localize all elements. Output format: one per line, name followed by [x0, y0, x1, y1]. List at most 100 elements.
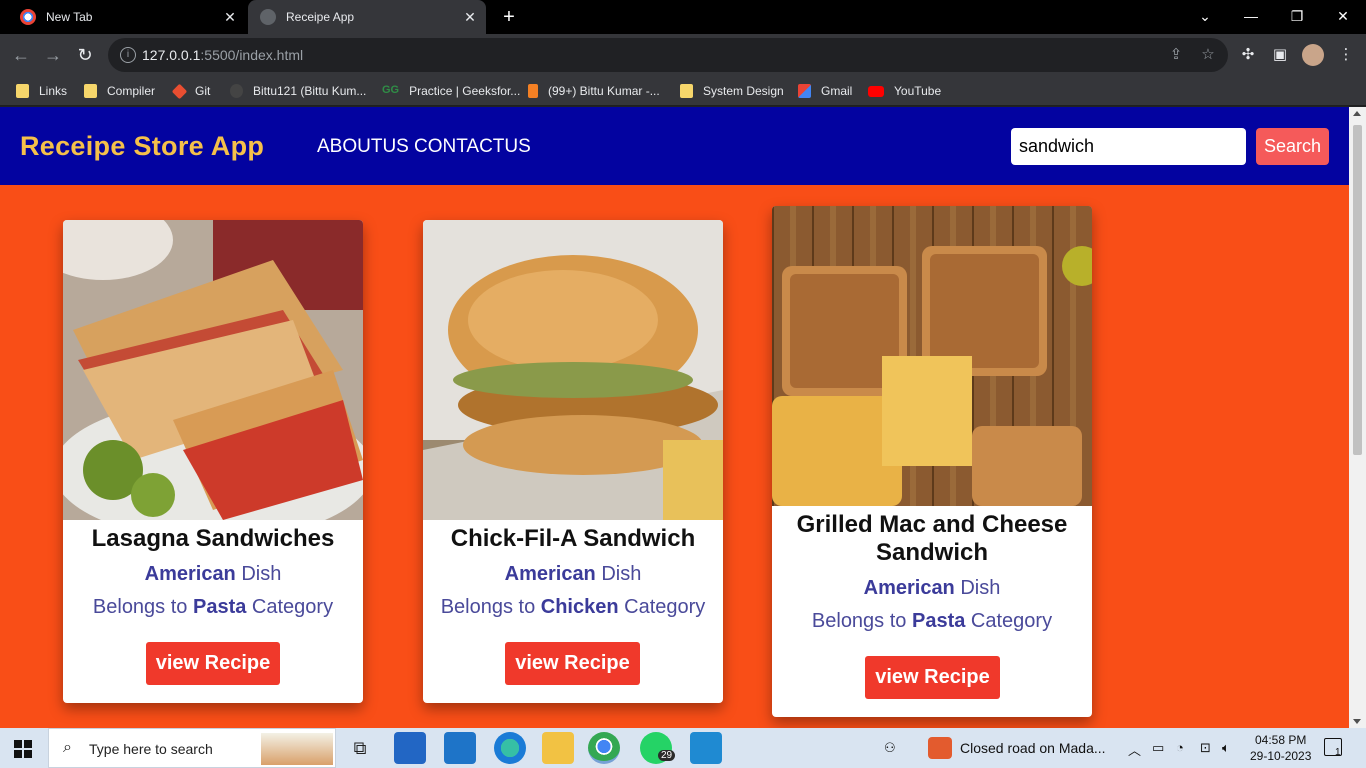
scroll-up-icon[interactable] — [1353, 111, 1361, 116]
recipe-category: Belongs to Pasta Category — [92, 596, 334, 618]
whatsapp-icon[interactable]: 29 — [640, 732, 676, 764]
taskbar-search[interactable]: ⌕ Type here to search — [48, 728, 336, 768]
share-icon[interactable]: ⇪ — [1166, 45, 1186, 65]
scroll-down-icon[interactable] — [1353, 719, 1361, 724]
volume-icon[interactable]: 🔈︎ — [1222, 740, 1230, 756]
whatsapp-badge: 29 — [658, 750, 676, 761]
extensions-icon[interactable]: ✣ — [1238, 45, 1258, 65]
recipe-category: Belongs to Pasta Category — [811, 610, 1053, 632]
app-navbar: Receipe Store App ABOUTUS CONTACTUS Sear… — [0, 107, 1349, 185]
bookmarks-bar: Links Compiler Git Bittu121 (Bittu Kum..… — [0, 76, 1366, 106]
back-icon[interactable]: ← — [10, 44, 32, 66]
display-icon[interactable]: ⊡ — [1200, 740, 1211, 756]
git-icon — [171, 83, 188, 99]
brand-title[interactable]: Receipe Store App — [20, 131, 264, 162]
chrome-icon — [20, 9, 36, 25]
bookmark-compiler[interactable]: Compiler — [84, 82, 155, 100]
geeksforgeeks-icon: GG — [382, 84, 400, 96]
recipe-card: Chick-Fil-A Sandwich American Dish Belon… — [423, 220, 723, 703]
tab-title: Receipe App — [286, 10, 355, 24]
tab-new-tab[interactable]: New Tab ✕ — [8, 0, 246, 34]
bookmark-gmail[interactable]: Gmail — [798, 82, 852, 100]
nav-contactus[interactable]: CONTACTUS — [414, 136, 531, 158]
notification-count: 1 — [1335, 747, 1341, 758]
vscode-icon[interactable] — [690, 732, 722, 764]
page-scrollbar[interactable] — [1349, 107, 1366, 728]
tab-strip: New Tab ✕ Receipe App ✕ + ⌄ — ❐ ✕ — [0, 0, 1366, 34]
task-view-icon[interactable]: ⧉ — [344, 732, 376, 764]
tab-search-icon[interactable]: ⌄ — [1194, 5, 1216, 27]
address-bar[interactable]: i 127.0.0.1:5500/index.html ⇪ ☆ — [108, 38, 1228, 72]
bookmark-stackoverflow[interactable]: (99+) Bittu Kumar -... — [528, 82, 660, 100]
recipe-title: Lasagna Sandwiches — [91, 525, 335, 552]
windows-start-icon[interactable] — [14, 740, 32, 758]
view-recipe-button[interactable]: view Recipe — [146, 642, 280, 685]
traffic-alert-icon[interactable] — [928, 737, 952, 759]
recipe-area: American Dish — [504, 563, 642, 585]
folder-icon — [16, 84, 29, 98]
search-input[interactable] — [1011, 128, 1246, 165]
close-tab-icon[interactable]: ✕ — [462, 9, 478, 25]
taskbar-search-placeholder: Type here to search — [89, 741, 213, 757]
windows-taskbar: ⌕ Type here to search ⧉ 29 ⚇ Closed road… — [0, 728, 1366, 768]
wifi-icon[interactable]: ◔ — [1176, 740, 1184, 755]
chrome-taskbar-icon[interactable] — [588, 732, 620, 764]
window-close-icon[interactable]: ✕ — [1332, 5, 1354, 27]
recipe-image — [772, 206, 1092, 506]
scrollbar-thumb[interactable] — [1353, 125, 1362, 455]
recipe-card: Grilled Mac and Cheese Sandwich American… — [772, 206, 1092, 717]
nav-aboutus[interactable]: ABOUTUS — [317, 136, 409, 158]
youtube-icon — [868, 85, 884, 97]
tab-title: New Tab — [46, 10, 93, 24]
view-recipe-button[interactable]: view Recipe — [865, 656, 1000, 699]
people-icon[interactable]: ⚇ — [884, 740, 896, 756]
tab-receipe-app[interactable]: Receipe App ✕ — [248, 0, 486, 34]
search-icon: ⌕ — [63, 739, 72, 756]
recipe-title: Grilled Mac and Cheese Sandwich — [796, 511, 1068, 566]
side-panel-icon[interactable]: ▣ — [1270, 45, 1290, 65]
gmail-icon — [798, 84, 811, 98]
recipe-area: American Dish — [863, 577, 1001, 599]
bookmark-system-design[interactable]: System Design — [680, 82, 784, 100]
recipe-card: Lasagna Sandwiches American Dish Belongs… — [63, 220, 363, 703]
site-info-icon[interactable]: i — [120, 47, 136, 63]
microsoft-store-icon[interactable] — [394, 732, 426, 764]
edge-icon[interactable] — [494, 732, 526, 764]
clock-time: 04:58 PM — [1255, 733, 1307, 747]
mail-icon[interactable] — [444, 732, 476, 764]
bookmark-github[interactable]: Bittu121 (Bittu Kum... — [230, 82, 366, 100]
clock[interactable]: 04:58 PM 29-10-2023 — [1250, 732, 1311, 764]
folder-icon — [84, 84, 97, 98]
bookmark-star-icon[interactable]: ☆ — [1198, 45, 1218, 65]
forward-icon[interactable]: → — [42, 44, 64, 66]
restore-icon[interactable]: ❐ — [1286, 5, 1308, 27]
profile-avatar[interactable] — [1302, 44, 1324, 66]
url-text[interactable]: 127.0.0.1:5500/index.html — [142, 47, 303, 63]
notification-news[interactable]: Closed road on Mada... — [960, 740, 1106, 756]
recipe-category: Belongs to Chicken Category — [440, 596, 706, 618]
bookmark-youtube[interactable]: YouTube — [868, 82, 941, 100]
view-recipe-button[interactable]: view Recipe — [505, 642, 640, 685]
file-explorer-icon[interactable] — [542, 732, 574, 764]
recipe-image — [423, 220, 723, 520]
folder-icon — [680, 84, 693, 98]
recipe-image — [63, 220, 363, 540]
show-hidden-icons[interactable]: ︿ — [1128, 740, 1141, 759]
recipe-title: Chick-Fil-A Sandwich — [450, 525, 696, 552]
github-icon — [230, 84, 243, 98]
battery-icon[interactable]: ▭ — [1152, 740, 1164, 756]
search-button[interactable]: Search — [1256, 128, 1329, 165]
menu-icon[interactable]: ⋮ — [1336, 45, 1356, 65]
close-tab-icon[interactable]: ✕ — [222, 9, 238, 25]
notification-center-icon[interactable]: 1 — [1324, 738, 1342, 758]
minimize-icon[interactable]: — — [1240, 5, 1262, 27]
page-viewport: Receipe Store App ABOUTUS CONTACTUS Sear… — [0, 107, 1349, 728]
bookmark-links[interactable]: Links — [16, 82, 67, 100]
recipe-area: American Dish — [144, 563, 282, 585]
bookmark-git[interactable]: Git — [171, 82, 210, 100]
clock-date: 29-10-2023 — [1250, 749, 1312, 763]
new-tab-button[interactable]: + — [498, 6, 520, 28]
globe-icon — [260, 9, 276, 25]
bookmark-geeksforgeeks[interactable]: GG Practice | Geeksfor... — [382, 82, 520, 100]
reload-icon[interactable]: ↻ — [74, 44, 96, 66]
